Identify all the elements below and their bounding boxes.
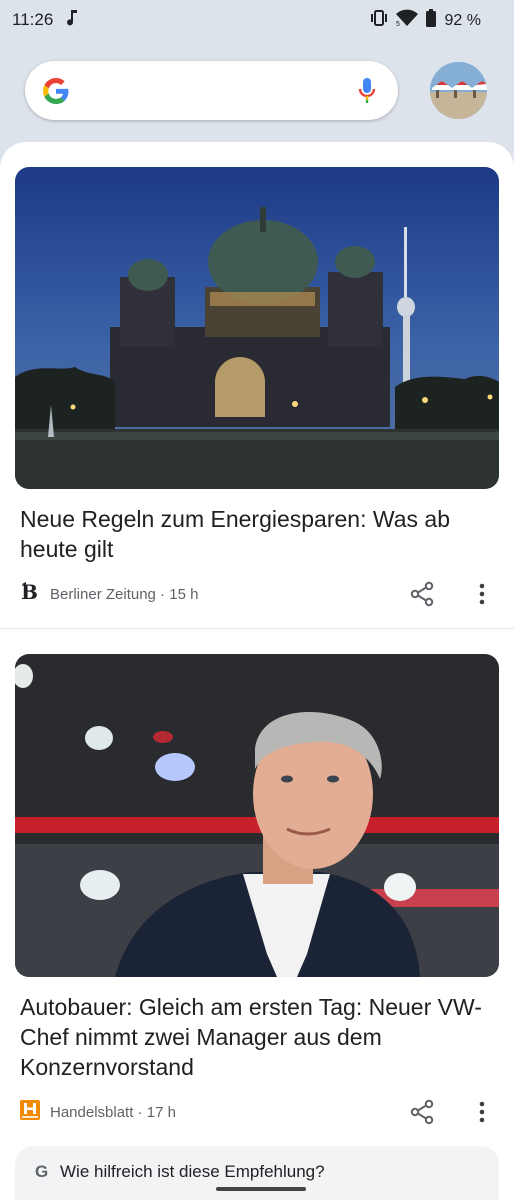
search-bar[interactable]	[25, 61, 398, 120]
share-icon	[410, 1099, 434, 1125]
search-input[interactable]	[83, 75, 333, 105]
discover-feed[interactable]: Neue Regeln zum Energiesparen: Was ab he…	[0, 142, 514, 1200]
google-g-small-icon: G	[35, 1162, 49, 1181]
mic-icon[interactable]	[358, 77, 376, 110]
status-time: 11:26	[12, 10, 54, 29]
feedback-card[interactable]: G Wie hilfreich ist diese Empfehlung?	[15, 1146, 499, 1200]
wifi-icon: 5	[395, 9, 419, 32]
more-options-button[interactable]	[472, 581, 492, 607]
status-icons: 5 92 %	[369, 9, 481, 32]
card-divider	[0, 628, 514, 629]
article-image-vw-ceo[interactable]	[15, 654, 499, 977]
share-button[interactable]	[409, 1099, 435, 1125]
gesture-navigation-bar[interactable]	[216, 1187, 306, 1191]
share-button[interactable]	[409, 581, 435, 607]
status-bar: 11:26 5 92 %	[0, 0, 514, 40]
account-avatar[interactable]	[430, 62, 487, 119]
music-note-icon	[66, 9, 78, 32]
article-image-berlin-cathedral[interactable]	[15, 167, 499, 489]
svg-text:5: 5	[396, 21, 400, 27]
berliner-zeitung-logo-icon: B	[20, 580, 40, 608]
feedback-question: Wie hilfreich ist diese Empfehlung?	[60, 1162, 325, 1181]
battery-icon	[425, 9, 437, 32]
vibrate-icon	[369, 9, 389, 32]
more-vert-icon	[479, 1101, 485, 1123]
more-options-button[interactable]	[472, 1099, 492, 1125]
google-g-icon	[43, 78, 69, 109]
article-meta: Handelsblatt · 17 h	[20, 1099, 176, 1126]
article-title[interactable]: Neue Regeln zum Energiesparen: Was ab he…	[20, 504, 490, 564]
battery-percentage: 92 %	[444, 11, 481, 29]
article-source: Berliner Zeitung · 15 h	[50, 585, 199, 603]
article-source: Handelsblatt · 17 h	[50, 1103, 176, 1121]
more-vert-icon	[479, 583, 485, 605]
share-icon	[410, 581, 434, 607]
article-title[interactable]: Autobauer: Gleich am ersten Tag: Neuer V…	[20, 992, 490, 1082]
handelsblatt-logo-icon	[20, 1099, 40, 1126]
article-meta: B Berliner Zeitung · 15 h	[20, 580, 199, 608]
